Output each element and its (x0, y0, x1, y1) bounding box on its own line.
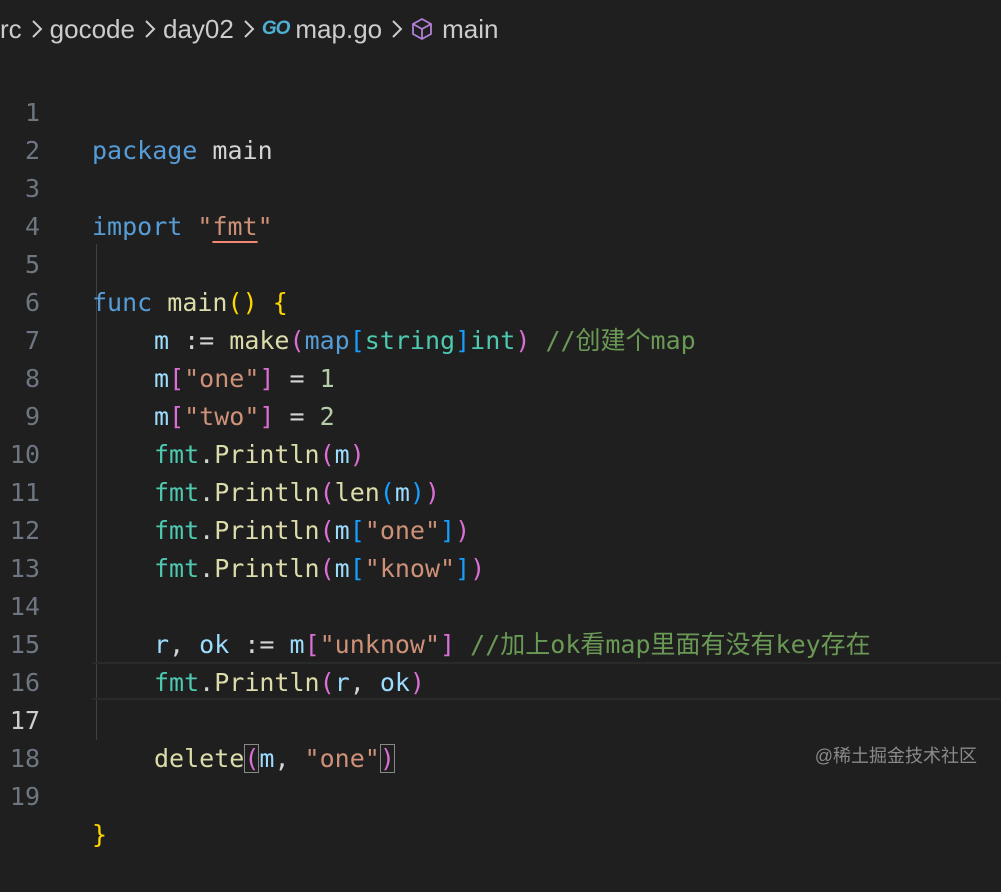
code-line-active[interactable]: 17 delete(m, "one") (0, 664, 1001, 773)
chevron-right-icon (30, 18, 44, 40)
code-line[interactable]: 7 m["one"] = 1 (0, 284, 1001, 393)
symbol-method-cube-icon (412, 17, 433, 41)
breadcrumb-item-gocode[interactable]: gocode (50, 14, 135, 45)
line-number: 19 (9, 782, 40, 811)
code-line[interactable]: 4 (0, 170, 1001, 241)
code-line[interactable]: 8 m["two"] = 2 (0, 322, 1001, 431)
breadcrumb-item-day02[interactable]: day02 (163, 14, 234, 45)
breadcrumb-item-rc[interactable]: rc (0, 14, 22, 45)
code-line[interactable]: 15 fmt.Println(r, ok) (0, 588, 1001, 697)
go-file-icon: GO (261, 18, 291, 39)
code-line[interactable]: 5 func main() { (0, 208, 1001, 317)
chevron-right-icon (143, 18, 157, 40)
code-line[interactable]: 2 (0, 94, 1001, 165)
code-line[interactable]: 13 (0, 512, 1001, 583)
code-line[interactable]: 12 fmt.Println(m["know"]) (0, 474, 1001, 583)
code-line[interactable]: 3 import "fmt" (0, 132, 1001, 241)
code-line[interactable]: 11 fmt.Println(m["one"]) (0, 436, 1001, 545)
chevron-right-icon (242, 18, 256, 40)
code-line[interactable]: 18 (0, 702, 1001, 773)
breadcrumb: rc gocode day02 GO map.go main (0, 0, 1001, 58)
code-line[interactable]: 9 fmt.Println(m) (0, 360, 1001, 469)
code-line[interactable]: 10 fmt.Println(len(m)) (0, 398, 1001, 507)
code-text: } (92, 820, 108, 849)
code-line[interactable]: 14 r, ok := m["unknow"] //加上ok看map里面有没有k… (0, 550, 1001, 659)
breadcrumb-item-main[interactable]: main (410, 14, 498, 45)
code-line[interactable]: 1 package main (0, 56, 1001, 165)
code-line[interactable]: 16 (0, 626, 1001, 697)
code-editor[interactable]: 1 package main 2 3 import "fmt" 4 5 func… (0, 56, 1001, 849)
breadcrumb-item-map-go[interactable]: GO map.go (262, 14, 382, 45)
chevron-right-icon (390, 18, 404, 40)
code-line[interactable]: 6 m := make(map[string]int) //创建个map (0, 246, 1001, 355)
watermark: @稀土掘金技术社区 (814, 746, 977, 766)
